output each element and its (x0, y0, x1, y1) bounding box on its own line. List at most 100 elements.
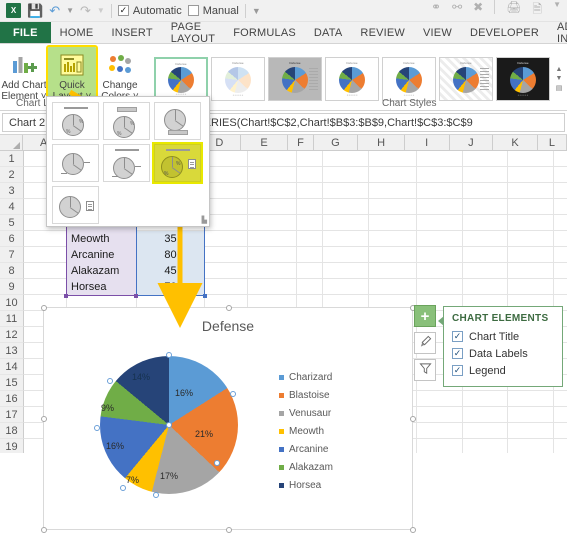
chart-style-thumbnail-7[interactable]: Defense • • • • • • (496, 57, 550, 101)
customize-toolbar-icon[interactable]: ▼ (252, 6, 261, 16)
chart-style-thumbnail-6[interactable]: Defense (439, 57, 493, 101)
row-header-16[interactable]: 16 (0, 391, 24, 407)
row-header-11[interactable]: 11 (0, 311, 24, 327)
row-header-2[interactable]: 2 (0, 167, 24, 183)
gallery-scroll-down-icon[interactable]: ▼ (556, 75, 563, 82)
row-header-12[interactable]: 12 (0, 327, 24, 343)
data-label-horsea[interactable]: 14% (132, 372, 150, 382)
data-label-blastoise[interactable]: 21% (195, 429, 213, 439)
formula-input[interactable]: =SERIES(Chart!$C$2,Chart!$B$3:$B$9,Chart… (183, 113, 565, 132)
gallery-expand-icon[interactable]: ▤ (556, 84, 563, 92)
chart-style-thumbnail-2[interactable]: Defense • • • • • • (211, 57, 265, 101)
chart-filters-button[interactable] (414, 359, 436, 381)
row-header-13[interactable]: 13 (0, 343, 24, 359)
gallery-scroll-up-icon[interactable]: ▲ (556, 66, 563, 73)
column-header-E[interactable]: E (240, 135, 289, 151)
cell-C7-value[interactable]: 80 (137, 247, 204, 263)
row-header-8[interactable]: 8 (0, 263, 24, 279)
legend-item-venusaur[interactable]: Venusaur (279, 404, 333, 422)
row-header-4[interactable]: 4 (0, 199, 24, 215)
tab-insert[interactable]: INSERT (102, 22, 161, 43)
row-header-1[interactable]: 1 (0, 151, 24, 167)
row-header-14[interactable]: 14 (0, 359, 24, 375)
chart-object[interactable]: Defense 16% 21% 17% 7% 16% 9% 14% Chariz… (41, 305, 416, 533)
column-header-G[interactable]: G (313, 135, 359, 151)
cell-B6-name[interactable]: Meowth (67, 231, 136, 247)
change-colors-button[interactable]: Change Colors ˅ (96, 47, 144, 102)
legend-item-alakazam[interactable]: Alakazam (279, 458, 333, 476)
pie-point-handle-3[interactable] (214, 460, 220, 466)
column-header-F[interactable]: F (288, 135, 314, 151)
quick-layout-option-3[interactable] (154, 102, 201, 140)
tab-page-layout[interactable]: PAGE LAYOUT (162, 21, 224, 45)
selection-handle-bl[interactable] (64, 294, 68, 298)
cell-C6-value[interactable]: 35 (137, 231, 204, 247)
row-header-7[interactable]: 7 (0, 247, 24, 263)
row-header-9[interactable]: 9 (0, 279, 24, 295)
pie-point-handle-6[interactable] (94, 425, 100, 431)
quick-layout-option-6[interactable]: % % (152, 142, 203, 184)
data-label-meowth[interactable]: 7% (126, 475, 139, 485)
manual-checkbox[interactable]: Manual (187, 5, 239, 17)
row-header-18[interactable]: 18 (0, 423, 24, 439)
chart-handle-s[interactable] (226, 527, 232, 533)
add-chart-element-button[interactable]: Add Chart Element ˅ (0, 47, 48, 102)
column-header-J[interactable]: J (449, 135, 494, 151)
chart-handle-nw[interactable] (41, 305, 47, 311)
cell-B9-name[interactable]: Horsea (67, 279, 136, 295)
cell-B8-name[interactable]: Alakazam (67, 263, 136, 279)
chart-elements-item-chart-title[interactable]: ✓ Chart Title (452, 328, 554, 345)
data-label-venusaur[interactable]: 17% (160, 471, 178, 481)
undo-dropdown-icon[interactable]: ▼ (66, 6, 74, 15)
legend-checkbox[interactable]: ✓ (452, 365, 463, 376)
tab-file[interactable]: FILE (0, 22, 51, 43)
column-header-H[interactable]: H (358, 135, 405, 151)
data-label-charizard[interactable]: 16% (175, 388, 193, 398)
row-header-19[interactable]: 19 (0, 439, 24, 453)
pie-center-handle[interactable] (166, 422, 172, 428)
quick-layout-option-2[interactable]: % % (103, 102, 150, 140)
pie-point-handle-2[interactable] (230, 391, 236, 397)
gallery-scroll-controls[interactable]: ▲ ▼ ▤ (553, 66, 565, 92)
row-header-6[interactable]: 6 (0, 231, 24, 247)
quick-layout-button[interactable]: Quick Layout ˅ (46, 45, 98, 104)
row-header-5[interactable]: 5 (0, 215, 24, 231)
cell-C8-value[interactable]: 45 (137, 263, 204, 279)
chart-style-thumbnail-4[interactable]: Defense ▪ ▪ ▪ ▪ ▪ ▪ (325, 57, 379, 101)
tab-review[interactable]: REVIEW (351, 22, 414, 43)
select-all-corner[interactable] (0, 135, 24, 151)
pie-point-handle-1[interactable] (166, 352, 172, 358)
quick-layout-option-5[interactable] (103, 144, 150, 182)
selection-handle-br[interactable] (203, 294, 207, 298)
quick-layout-option-7[interactable] (52, 186, 99, 224)
print-preview-icon[interactable]: 🗎 (532, 0, 542, 21)
legend-item-horsea[interactable]: Horsea (279, 476, 333, 494)
print-icon[interactable]: 🖨 (506, 0, 521, 21)
row-header-3[interactable]: 3 (0, 183, 24, 199)
tab-add-ins[interactable]: ADD-INS (548, 21, 567, 45)
chart-handle-sw[interactable] (41, 527, 47, 533)
dropdown-resize-grip[interactable]: ▙ (202, 216, 207, 224)
tab-developer[interactable]: DEVELOPER (461, 22, 548, 43)
chart-style-thumbnail-1[interactable]: Defense • • • • • • (154, 57, 208, 101)
save-icon[interactable]: 💾 (27, 3, 43, 19)
connector-icon[interactable]: ⚯ (452, 0, 462, 21)
quick-layout-option-1[interactable]: % % (52, 102, 99, 140)
legend-item-charizard[interactable]: Charizard (279, 368, 333, 386)
data-label-alakazam[interactable]: 9% (101, 403, 114, 413)
redo-dropdown-icon[interactable]: ▼ (97, 6, 105, 15)
selection-handle-bm[interactable] (134, 294, 138, 298)
quick-layout-option-4[interactable] (52, 144, 99, 182)
chart-elements-item-data-labels[interactable]: ✓ Data Labels (452, 345, 554, 362)
pie-point-handle-5[interactable] (120, 485, 126, 491)
legend-item-blastoise[interactable]: Blastoise (279, 386, 333, 404)
shapes-icon[interactable]: ⚭ (431, 0, 441, 21)
chart-elements-button[interactable]: + (414, 305, 436, 327)
redo-icon[interactable]: ↷ (80, 3, 91, 19)
cell-C9-value[interactable]: 70 (137, 279, 204, 295)
chart-handle-se[interactable] (410, 527, 416, 533)
undo-icon[interactable]: ↶ (49, 3, 60, 19)
chart-handle-n[interactable] (226, 305, 232, 311)
legend-item-arcanine[interactable]: Arcanine (279, 440, 333, 458)
toolbar-overflow-icon[interactable]: ▼ (553, 0, 561, 21)
